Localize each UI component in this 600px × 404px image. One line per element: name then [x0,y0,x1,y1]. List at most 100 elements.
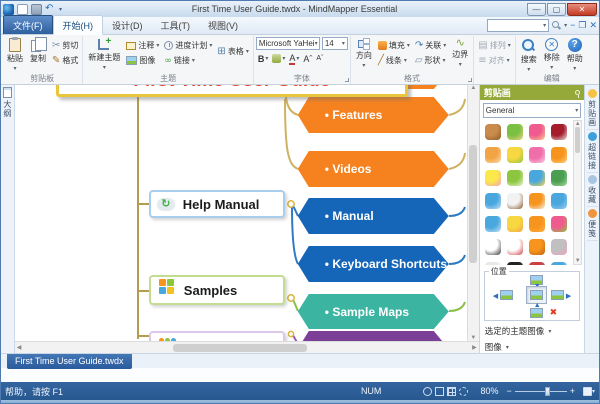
tab-tools[interactable]: 工具(T) [152,16,200,34]
fit-screen-icon[interactable] [435,387,444,396]
clipart-item-train[interactable] [526,258,548,265]
shape-button[interactable]: ▱ 形状 ▾ [413,54,448,67]
panel-tab-note[interactable]: 便笺 [587,207,598,241]
pin-icon[interactable] [575,90,580,95]
note-button[interactable]: 注释 ▾ [124,39,161,52]
clipart-item-coffee-cup[interactable] [504,189,526,212]
clipart-item-sofa-bed[interactable] [482,189,504,212]
bold-button[interactable]: B▾ [256,52,271,65]
clipart-item-bus[interactable] [548,258,570,265]
clipart-scrollbar[interactable]: ▲ ▼ [573,120,582,265]
clipart-item-soccer-ball[interactable] [482,235,504,258]
tab-design[interactable]: 设计(D) [103,16,152,34]
position-right-icon[interactable] [551,290,564,300]
close-button[interactable]: ✕ [567,3,597,16]
clipart-item-camera[interactable] [548,189,570,212]
clipart-item-wine-bottle[interactable] [548,120,570,143]
doc-close-icon[interactable]: ✕ [589,21,597,30]
clipart-item-beach[interactable] [526,166,548,189]
clipart-item-baseball[interactable] [504,235,526,258]
vertical-scroll-thumb[interactable] [469,145,477,263]
font-size-combo[interactable]: 14 ▾ [322,37,348,50]
shrink-font-button[interactable]: Aˇ [314,52,325,65]
position-left-icon[interactable] [500,290,513,300]
outline-tab-label[interactable]: 大纲 [2,100,13,118]
chevron-node-keyboard-shortcuts[interactable]: • Keyboard Shortcuts [298,246,449,282]
direction-button[interactable]: 方向 ▾ [353,37,375,70]
clipart-item-balloons[interactable] [504,143,526,166]
tab-home[interactable]: 开始(H) [53,15,104,35]
clipart-item-music-note[interactable] [526,212,548,235]
clipart-item-birthday-cake[interactable] [548,143,570,166]
zoom-out-button[interactable]: − [506,386,511,396]
zoom-area-icon[interactable] [459,387,468,396]
clipart-item-gift-box[interactable] [504,166,526,189]
chevron-node-partial-bottom[interactable] [298,331,449,341]
clipart-item-basketball[interactable] [526,235,548,258]
table-button[interactable]: ⊞ 表格 ▾ [215,45,250,58]
relation-button[interactable]: ↷ 关联 ▾ [413,39,448,52]
panel-tab-thumb[interactable]: 收藏 [587,173,598,207]
horizontal-scroll-thumb[interactable] [173,344,307,352]
full-screen-icon[interactable] [583,387,592,396]
scroll-left-arrow[interactable]: ◀ [17,344,22,351]
central-topic-node[interactable]: First Time User Guide [56,85,408,97]
clipart-item-guitar[interactable] [482,120,504,143]
clipart-item-movie-camera[interactable] [548,212,570,235]
scroll-up-arrow[interactable]: ▲ [470,85,476,91]
clipart-item-takeout-cup[interactable] [526,189,548,212]
position-bottom-icon[interactable] [530,308,543,318]
zoom-slider-thumb[interactable] [545,387,550,396]
clipart-category-combo[interactable]: General ▾ [483,103,581,118]
fill-button[interactable]: 填充 ▾ [376,39,412,52]
ribbon-search-input[interactable]: ▾ [487,19,549,32]
canvas-horizontal-scrollbar[interactable]: ◀ ▶ [15,341,479,353]
chevron-node-sample-maps[interactable]: • Sample Maps [298,294,449,329]
zoom-in-button[interactable]: + [570,386,575,396]
link-button[interactable]: ∞ 链接 ▾ [162,54,214,67]
clipart-item-seedling-hand[interactable] [504,120,526,143]
highlight-button[interactable]: ▾ [270,52,287,65]
font-dialog-launcher[interactable] [345,78,349,82]
clipart-item-bowling[interactable] [548,235,570,258]
remove-button[interactable]: ✕ 移除 ▾ [541,37,563,72]
line-button[interactable]: ╱ 线条 ▾ [376,54,412,67]
zoom-dialog-icon[interactable] [423,387,432,396]
format-painter-button[interactable]: ✎ 格式 [50,54,80,67]
search-button[interactable]: 搜索 ▾ [518,37,540,74]
clipart-item-mountains[interactable] [548,166,570,189]
map-canvas[interactable]: First Time User Guide • Features • Video… [15,85,467,341]
image-dropdown[interactable]: 图像 ▾ [480,337,584,353]
grow-font-button[interactable]: Aˆ [301,52,314,65]
clipart-scroll-down-arrow[interactable]: ▼ [575,258,581,264]
clipart-item-shopping-cart[interactable] [482,212,504,235]
topic-node-help-manual[interactable]: Help Manual [149,190,285,218]
clipart-item-strawberry-cake[interactable] [526,143,548,166]
clipart-item-heart-hand[interactable] [526,120,548,143]
chevron-node-features[interactable]: • Features [298,97,449,133]
topic-node-samples[interactable]: Samples [149,275,285,305]
schedule-button[interactable]: 进度计划 ▾ [162,39,214,52]
panel-tab-globe[interactable]: 超链接 [587,130,598,173]
doc-restore-icon[interactable]: ❐ [578,21,586,30]
view-mode-caret[interactable]: ▾ [592,388,595,395]
chevron-node-manual[interactable]: • Manual [298,198,449,234]
scroll-right-arrow[interactable]: ▶ [472,344,477,351]
tab-view[interactable]: 视图(V) [199,16,247,34]
topic-node-collaboration[interactable]: Collaboration [149,331,285,341]
doc-minimize-icon[interactable]: − [570,21,575,30]
maximize-button[interactable]: ▢ [547,3,566,16]
outline-icon[interactable] [3,87,12,98]
document-tab[interactable]: First Time User Guide.twdx [7,354,132,369]
tab-file[interactable]: 文件(F) [3,15,53,34]
clipart-item-muffin[interactable] [482,143,504,166]
help-button[interactable]: 帮助 ▾ [564,37,586,73]
panel-tab-smiley[interactable]: 剪贴画 [587,87,598,130]
save-icon[interactable] [31,4,42,15]
clipart-scroll-thumb[interactable] [575,127,580,153]
font-color-button[interactable]: A▾ [287,52,301,65]
new-topic-button[interactable]: 新建主题 ▾ [85,37,123,72]
search-icon[interactable] [552,21,561,30]
copy-button[interactable]: 复制 [27,37,49,65]
format-dialog-launcher[interactable] [468,78,472,82]
